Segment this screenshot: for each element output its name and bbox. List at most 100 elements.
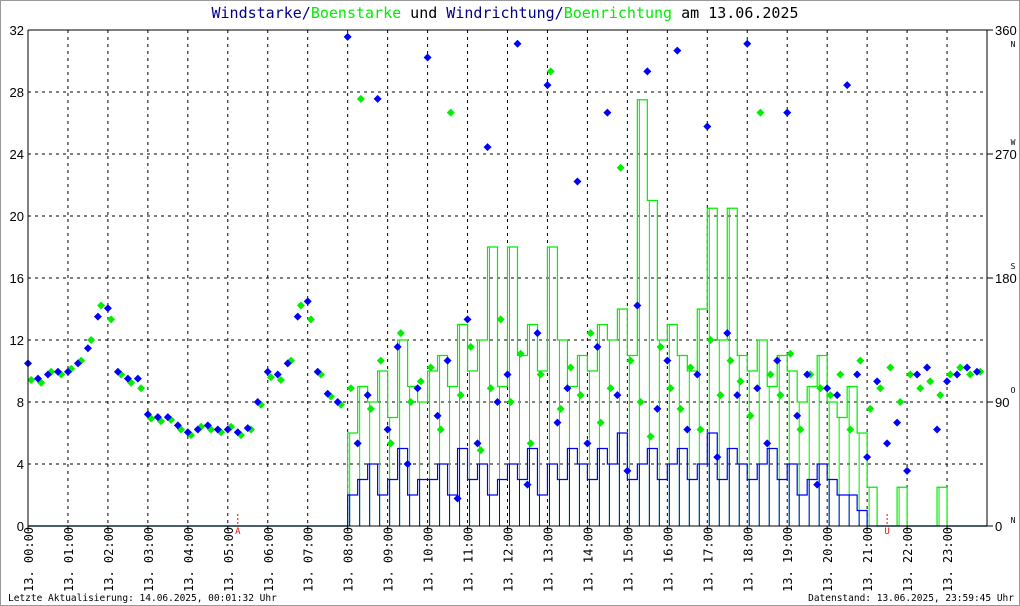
title-part: Windrichtung	[446, 4, 554, 22]
wind-direction-point	[643, 67, 652, 76]
wind-direction-point	[353, 439, 362, 448]
title-part: /	[555, 4, 564, 22]
gust-direction-point	[916, 384, 925, 393]
wind-direction-point	[633, 301, 642, 310]
data-timestamp-text: Datenstand: 13.06.2025, 23:59:45 Uhr	[808, 593, 1014, 604]
y-tick-label: 20	[10, 209, 24, 224]
wind-direction-point	[493, 398, 502, 406]
data-marks: AU	[24, 32, 987, 537]
gust-direction-point	[616, 163, 625, 172]
wind-direction-point	[933, 425, 942, 434]
title-part: und	[401, 4, 446, 22]
wind-direction-point	[473, 439, 482, 448]
title-part: Windstarke	[211, 4, 301, 22]
gust-direction-point	[676, 404, 685, 413]
wind-direction-point	[93, 312, 102, 321]
x-tick-label: 13. 14:00	[581, 527, 595, 592]
y-tick-label: 16	[10, 271, 24, 286]
x-tick-label: 13. 12:00	[502, 527, 516, 592]
gust-direction-point	[966, 370, 975, 379]
wind-direction-point	[733, 391, 742, 400]
x-tick-label: 13. 02:00	[102, 527, 116, 592]
y2-tick-label: 270	[995, 147, 1017, 162]
x-tick-label: 13. 09:00	[382, 527, 396, 592]
wind-direction-point	[653, 404, 662, 413]
gust-direction-point	[346, 384, 355, 393]
x-tick-label: 13. 22:00	[901, 527, 915, 592]
x-tick-label: 13. 01:00	[62, 527, 76, 592]
y2-tick-label: 90	[995, 395, 1009, 410]
wind-direction-point	[673, 46, 682, 55]
wind-direction-point	[713, 453, 722, 462]
gust-direction-point	[376, 356, 385, 365]
gust-direction-point	[596, 418, 605, 427]
wind-direction-point	[943, 377, 952, 386]
wind-direction-point	[823, 384, 832, 393]
gust-direction-point	[406, 398, 415, 406]
gust-direction-point	[646, 432, 655, 441]
axes: 0481216202428320 N90O180S270W360N13. 00:0…	[10, 23, 1017, 592]
wind-direction-point	[703, 122, 712, 131]
y2-tick-label: 0	[995, 519, 1002, 534]
gust-direction-point	[137, 384, 146, 393]
wind-direction-point	[723, 329, 732, 338]
x-tick-label: 13. 16:00	[661, 527, 675, 592]
wind-direction-point	[443, 356, 452, 365]
gust-direction-point	[446, 108, 455, 117]
gust-direction-point	[456, 391, 465, 400]
gust-direction-point	[556, 404, 565, 413]
gust-direction-point	[576, 391, 585, 400]
x-tick-label: 13. 07:00	[302, 527, 316, 592]
y2-tick-label: 360	[995, 23, 1017, 38]
wind-direction-point	[853, 370, 862, 379]
x-tick-label: 13. 06:00	[262, 527, 276, 592]
wind-direction-point	[743, 39, 752, 48]
wind-speed-line	[28, 432, 987, 527]
wind-direction-point	[413, 384, 422, 393]
wind-direction-point	[373, 94, 382, 103]
gust-direction-point	[846, 425, 855, 434]
compass-label: N	[1011, 40, 1016, 49]
gust-direction-point	[626, 356, 635, 365]
wind-direction-point	[433, 411, 442, 420]
gust-direction-point	[926, 377, 935, 386]
wind-direction-point	[403, 460, 412, 468]
gust-direction-point	[656, 342, 665, 351]
x-tick-label: 13. 15:00	[621, 527, 635, 592]
wind-direction-point	[363, 391, 372, 400]
wind-direction-point	[873, 377, 882, 386]
wind-direction-point	[383, 425, 392, 434]
y-tick-label: 12	[10, 333, 24, 348]
wind-direction-point	[863, 453, 872, 462]
wind-direction-point	[623, 466, 632, 475]
gust-direction-point	[736, 377, 745, 386]
wind-direction-point	[593, 342, 602, 351]
wind-direction-point	[83, 344, 92, 353]
title-part: /	[302, 4, 311, 22]
wind-direction-point	[343, 32, 352, 41]
wind-direction-point	[683, 425, 692, 434]
sun-marker-label: U	[884, 527, 889, 537]
x-tick-label: 13. 03:00	[142, 527, 156, 592]
title-part: Boenrichtung	[564, 4, 672, 22]
wind-direction-point	[533, 329, 542, 338]
y-tick-label: 28	[10, 85, 24, 100]
gust-direction-point	[506, 398, 515, 406]
chart-title: Windstarke/Boenstarke und Windrichtung/B…	[211, 4, 798, 22]
gust-direction-point	[746, 411, 755, 420]
gust-direction-point	[296, 301, 305, 310]
wind-direction-point	[453, 494, 462, 503]
wind-direction-point	[563, 384, 572, 393]
wind-direction-point	[883, 439, 892, 448]
x-tick-label: 13. 08:00	[342, 527, 356, 592]
y2-tick-label: 180	[995, 271, 1017, 286]
sun-marker-label: A	[235, 527, 241, 537]
compass-label: S	[1011, 262, 1016, 271]
gust-direction-point	[356, 94, 365, 103]
wind-direction-point	[463, 315, 472, 324]
wind-chart: Windstarke/Boenstarke und Windrichtung/B…	[0, 0, 1020, 606]
gust-direction-point	[636, 398, 645, 406]
x-tick-label: 13. 10:00	[422, 527, 436, 592]
wind-direction-point	[603, 108, 612, 117]
gust-direction-point	[426, 363, 435, 372]
